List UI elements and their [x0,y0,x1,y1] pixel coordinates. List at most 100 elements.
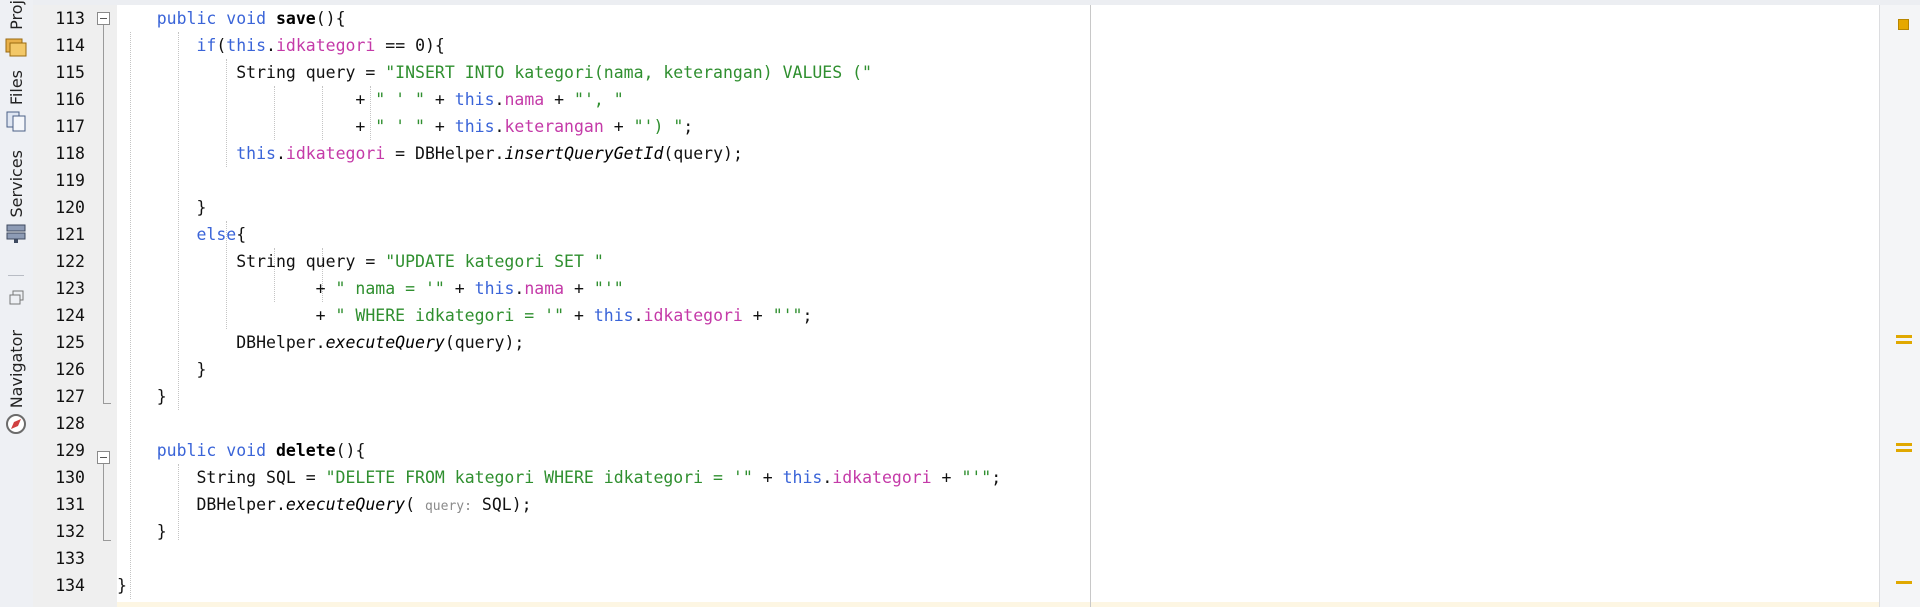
code-token: + [117,306,336,325]
code-line[interactable]: } [117,572,127,599]
files-tab-label: Files [6,70,26,106]
line-number[interactable]: 124 [33,302,85,329]
services-tab[interactable]: Services [3,150,29,245]
line-number[interactable]: 118 [33,140,85,167]
string-literal: " nama = '" [335,279,445,298]
code-line[interactable]: } [117,518,167,545]
line-number[interactable]: 133 [33,545,85,572]
code-token: + [752,468,783,487]
line-number[interactable]: 127 [33,383,85,410]
line-number[interactable]: 119 [33,167,85,194]
line-number[interactable]: 129 [33,437,85,464]
code-line[interactable]: } [117,194,206,221]
fold-toggle-save[interactable] [97,12,110,25]
line-number[interactable]: 120 [33,194,85,221]
code-token: } [117,576,127,595]
keyword-token: if [196,36,217,55]
code-line[interactable]: public void delete(){ [117,437,366,464]
keyword-token: else [196,225,237,244]
line-number[interactable]: 134 [33,572,85,599]
code-line[interactable]: String query = "INSERT INTO kategori(nam… [117,59,872,86]
warning-marker[interactable] [1896,341,1912,344]
code-line[interactable]: DBHelper.executeQuery( query: SQL); [117,491,531,518]
line-number-gutter[interactable]: 113 114 115 116 117 118 119 120 121 122 123 124 125 1… [33,5,117,607]
fold-range-save [103,25,104,403]
field-token: nama [504,90,545,109]
keyword-token: this [782,468,823,487]
code-line[interactable]: } [117,383,167,410]
code-line[interactable]: + " ' " + this.nama + "', " [117,86,623,113]
line-number[interactable]: 126 [33,356,85,383]
code-line[interactable]: String SQL = "DELETE FROM kategori WHERE… [117,464,1001,491]
code-line[interactable]: String query = "UPDATE kategori SET " [117,248,604,275]
warning-marker[interactable] [1896,449,1912,452]
warning-marker[interactable] [1896,335,1912,338]
field-token: nama [524,279,565,298]
code-line[interactable]: if(this.idkategori == 0){ [117,32,444,59]
code-token: ; [991,468,1002,487]
field-token: idkategori [275,36,376,55]
warning-marker[interactable] [1896,581,1912,584]
keyword-token: this [454,117,495,136]
code-token: + [117,90,376,109]
line-number[interactable]: 117 [33,113,85,140]
code-token: DBHelper. [117,495,286,514]
code-token: + [742,306,773,325]
error-stripe-scrollbar[interactable] [1879,5,1920,607]
line-number[interactable]: 115 [33,59,85,86]
files-tab[interactable]: Files [3,70,29,133]
code-token: . [266,36,276,55]
warning-marker[interactable] [1896,443,1912,446]
line-number[interactable]: 122 [33,248,85,275]
line-number[interactable]: 114 [33,32,85,59]
field-token: keterangan [504,117,604,136]
keyword-token: this [593,306,634,325]
code-line[interactable]: else{ [117,221,246,248]
code-token: (query); [663,144,743,163]
compass-icon [6,414,26,435]
fold-toggle-delete[interactable] [97,451,110,464]
code-line[interactable]: + " nama = '" + this.nama + "'" [117,275,624,302]
line-number[interactable]: 123 [33,275,85,302]
line-number[interactable]: 113 [33,5,85,32]
code-line[interactable]: + " ' " + this.keterangan + "') "; [117,113,693,140]
code-token: (){ [335,441,366,460]
code-token: (){ [315,9,346,28]
navigator-tab[interactable]: Navigator [3,330,29,436]
line-number[interactable]: 116 [33,86,85,113]
keyword-token: public void [156,9,276,28]
method-name: save [275,9,316,28]
code-line[interactable]: public void save(){ [117,5,346,32]
field-token: idkategori [643,306,743,325]
code-token: + [424,90,455,109]
code-token: + [564,279,594,298]
code-line[interactable]: this.idkategori = DBHelper.insertQueryGe… [117,140,743,167]
string-literal: "') " [633,117,684,136]
code-token: + [117,279,336,298]
restore-window-icon[interactable] [8,289,26,307]
code-line[interactable]: DBHelper.executeQuery(query); [117,329,524,356]
line-number[interactable]: 125 [33,329,85,356]
method-name: delete [275,441,336,460]
line-number[interactable]: 130 [33,464,85,491]
projects-tab[interactable]: Proj [3,0,29,58]
line-number[interactable]: 131 [33,491,85,518]
string-literal: "DELETE FROM kategori WHERE idkategori =… [325,468,753,487]
code-token: . [633,306,644,325]
field-token: idkategori [832,468,932,487]
code-token: + [424,117,455,136]
code-editor[interactable]: public void save(){ if(this.idkategori =… [117,5,1879,607]
line-number[interactable]: 132 [33,518,85,545]
keyword-token: this [236,144,276,163]
string-literal: " ' " [375,90,425,109]
side-panel-strip: Proj Files Services Navigator [0,0,34,607]
line-number[interactable]: 128 [33,410,85,437]
code-token: String query = [117,252,386,271]
code-line[interactable]: + " WHERE idkategori = '" + this.idkateg… [117,302,813,329]
line-number[interactable]: 121 [33,221,85,248]
code-token: + [603,117,634,136]
string-literal: "'" [593,279,624,298]
code-line[interactable]: } [117,356,206,383]
files-icon [6,111,26,132]
